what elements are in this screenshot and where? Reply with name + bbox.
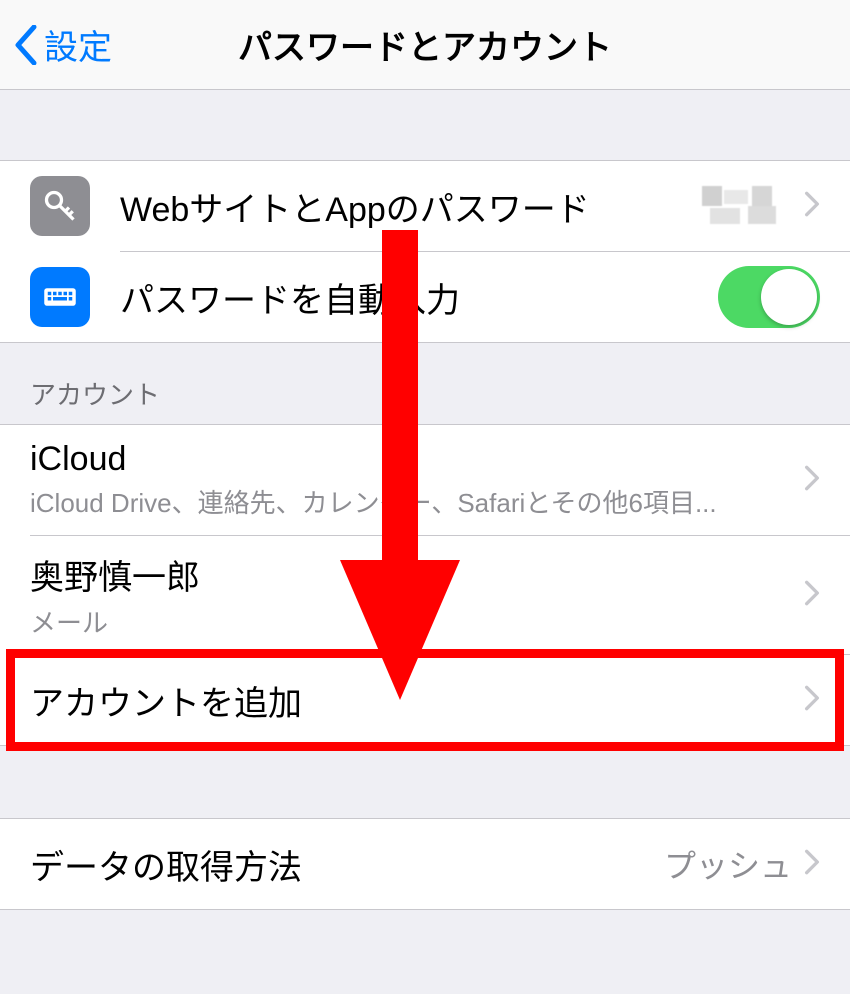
account-subtitle: iCloud Drive、連絡先、カレンダー、Safariとその他6項目... — [30, 483, 792, 520]
chevron-right-icon — [804, 684, 820, 717]
obscured-value — [702, 186, 792, 226]
autofill-passwords-label: パスワードを自動入力 — [120, 273, 718, 322]
page-title: パスワードとアカウント — [0, 20, 850, 69]
account-title: 奥野慎一郎 — [30, 550, 792, 599]
account-title: iCloud — [30, 440, 792, 479]
chevron-right-icon — [804, 579, 820, 612]
add-account-row[interactable]: アカウントを追加 — [0, 655, 850, 745]
passwords-group: WebサイトとAppのパスワード パスワードを自動入力 — [0, 160, 850, 343]
account-subtitle: メール — [30, 603, 792, 640]
back-label: 設定 — [44, 20, 112, 69]
fetch-group: データの取得方法 プッシュ — [0, 818, 850, 910]
website-app-passwords-row[interactable]: WebサイトとAppのパスワード — [0, 161, 850, 251]
chevron-right-icon — [804, 848, 820, 881]
fetch-new-data-row[interactable]: データの取得方法 プッシュ — [0, 819, 850, 909]
autofill-toggle[interactable] — [718, 266, 820, 328]
accounts-group: iCloud iCloud Drive、連絡先、カレンダー、Safariとその他… — [0, 424, 850, 746]
account-row-icloud[interactable]: iCloud iCloud Drive、連絡先、カレンダー、Safariとその他… — [0, 425, 850, 535]
keyboard-icon — [30, 267, 90, 327]
fetch-value: プッシュ — [664, 841, 792, 887]
back-button[interactable]: 設定 — [0, 20, 112, 69]
chevron-right-icon — [804, 464, 820, 497]
autofill-passwords-row: パスワードを自動入力 — [0, 252, 850, 342]
chevron-right-icon — [804, 190, 820, 223]
accounts-section-header: アカウント — [0, 343, 850, 424]
key-icon — [30, 176, 90, 236]
fetch-label: データの取得方法 — [30, 840, 652, 889]
navbar: 設定 パスワードとアカウント — [0, 0, 850, 90]
account-row-user[interactable]: 奥野慎一郎 メール — [0, 536, 850, 654]
website-app-passwords-label: WebサイトとAppのパスワード — [120, 182, 702, 231]
add-account-label: アカウントを追加 — [30, 676, 792, 725]
chevron-left-icon — [14, 25, 38, 65]
